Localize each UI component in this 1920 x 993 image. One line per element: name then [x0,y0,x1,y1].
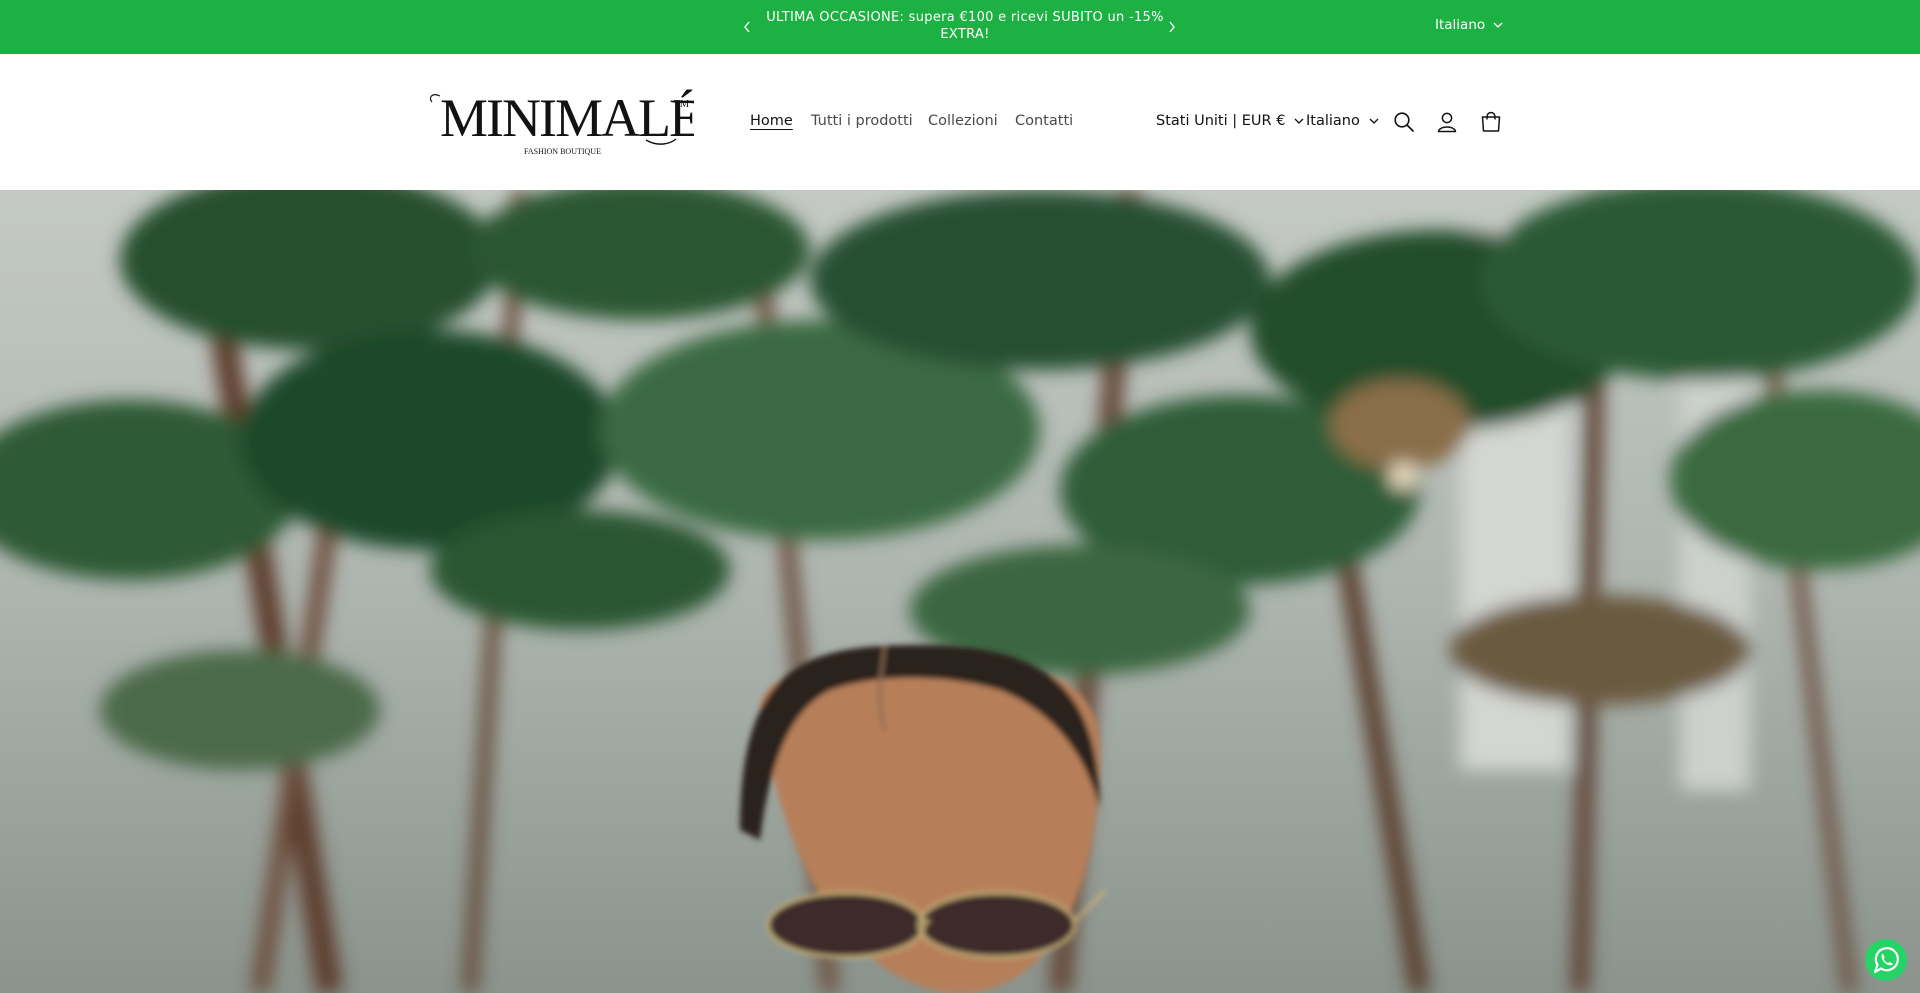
announcement-prev-button[interactable] [735,12,759,42]
announcement-language-selector[interactable]: Italiano [1435,17,1503,33]
nav-contacts[interactable]: Contatti [1015,113,1073,129]
hero-banner [0,190,1920,993]
country-currency-selector[interactable]: Stati Uniti | EUR € [1156,113,1304,129]
chevron-left-icon [744,21,750,33]
svg-text:MINIMALÉ: MINIMALÉ [440,88,694,148]
account-button[interactable] [1430,105,1464,139]
nav-all-products[interactable]: Tutti i prodotti [811,113,913,129]
chevron-down-icon [1294,118,1304,124]
chevron-down-icon [1493,22,1503,28]
announcement-next-button[interactable] [1160,12,1184,42]
chevron-down-icon [1369,118,1379,124]
search-button[interactable] [1387,105,1421,139]
chevron-right-icon [1169,21,1175,33]
announcement-language-label: Italiano [1435,17,1486,33]
account-icon [1437,112,1457,133]
nav-collections[interactable]: Collezioni [928,113,998,129]
announcement-text: ULTIMA OCCASIONE: supera €100 e ricevi S… [766,10,1164,42]
cart-button[interactable] [1474,105,1508,139]
whatsapp-button[interactable] [1864,938,1908,982]
site-header: MINIMALÉ TM FASHION BOUTIQUE Home Tutti … [0,54,1920,191]
hero-image [0,190,1920,993]
language-label: Italiano [1306,113,1360,129]
logo[interactable]: MINIMALÉ TM FASHION BOUTIQUE [426,84,694,160]
nav-home[interactable]: Home [750,113,793,129]
search-icon [1394,112,1414,132]
announcement-bar: ULTIMA OCCASIONE: supera €100 e ricevi S… [0,0,1920,54]
country-currency-label: Stati Uniti | EUR € [1156,113,1286,129]
svg-text:FASHION BOUTIQUE: FASHION BOUTIQUE [524,147,601,156]
cart-icon [1481,111,1501,132]
language-selector[interactable]: Italiano [1306,113,1379,129]
whatsapp-icon [1865,939,1907,981]
svg-text:TM: TM [674,99,689,110]
